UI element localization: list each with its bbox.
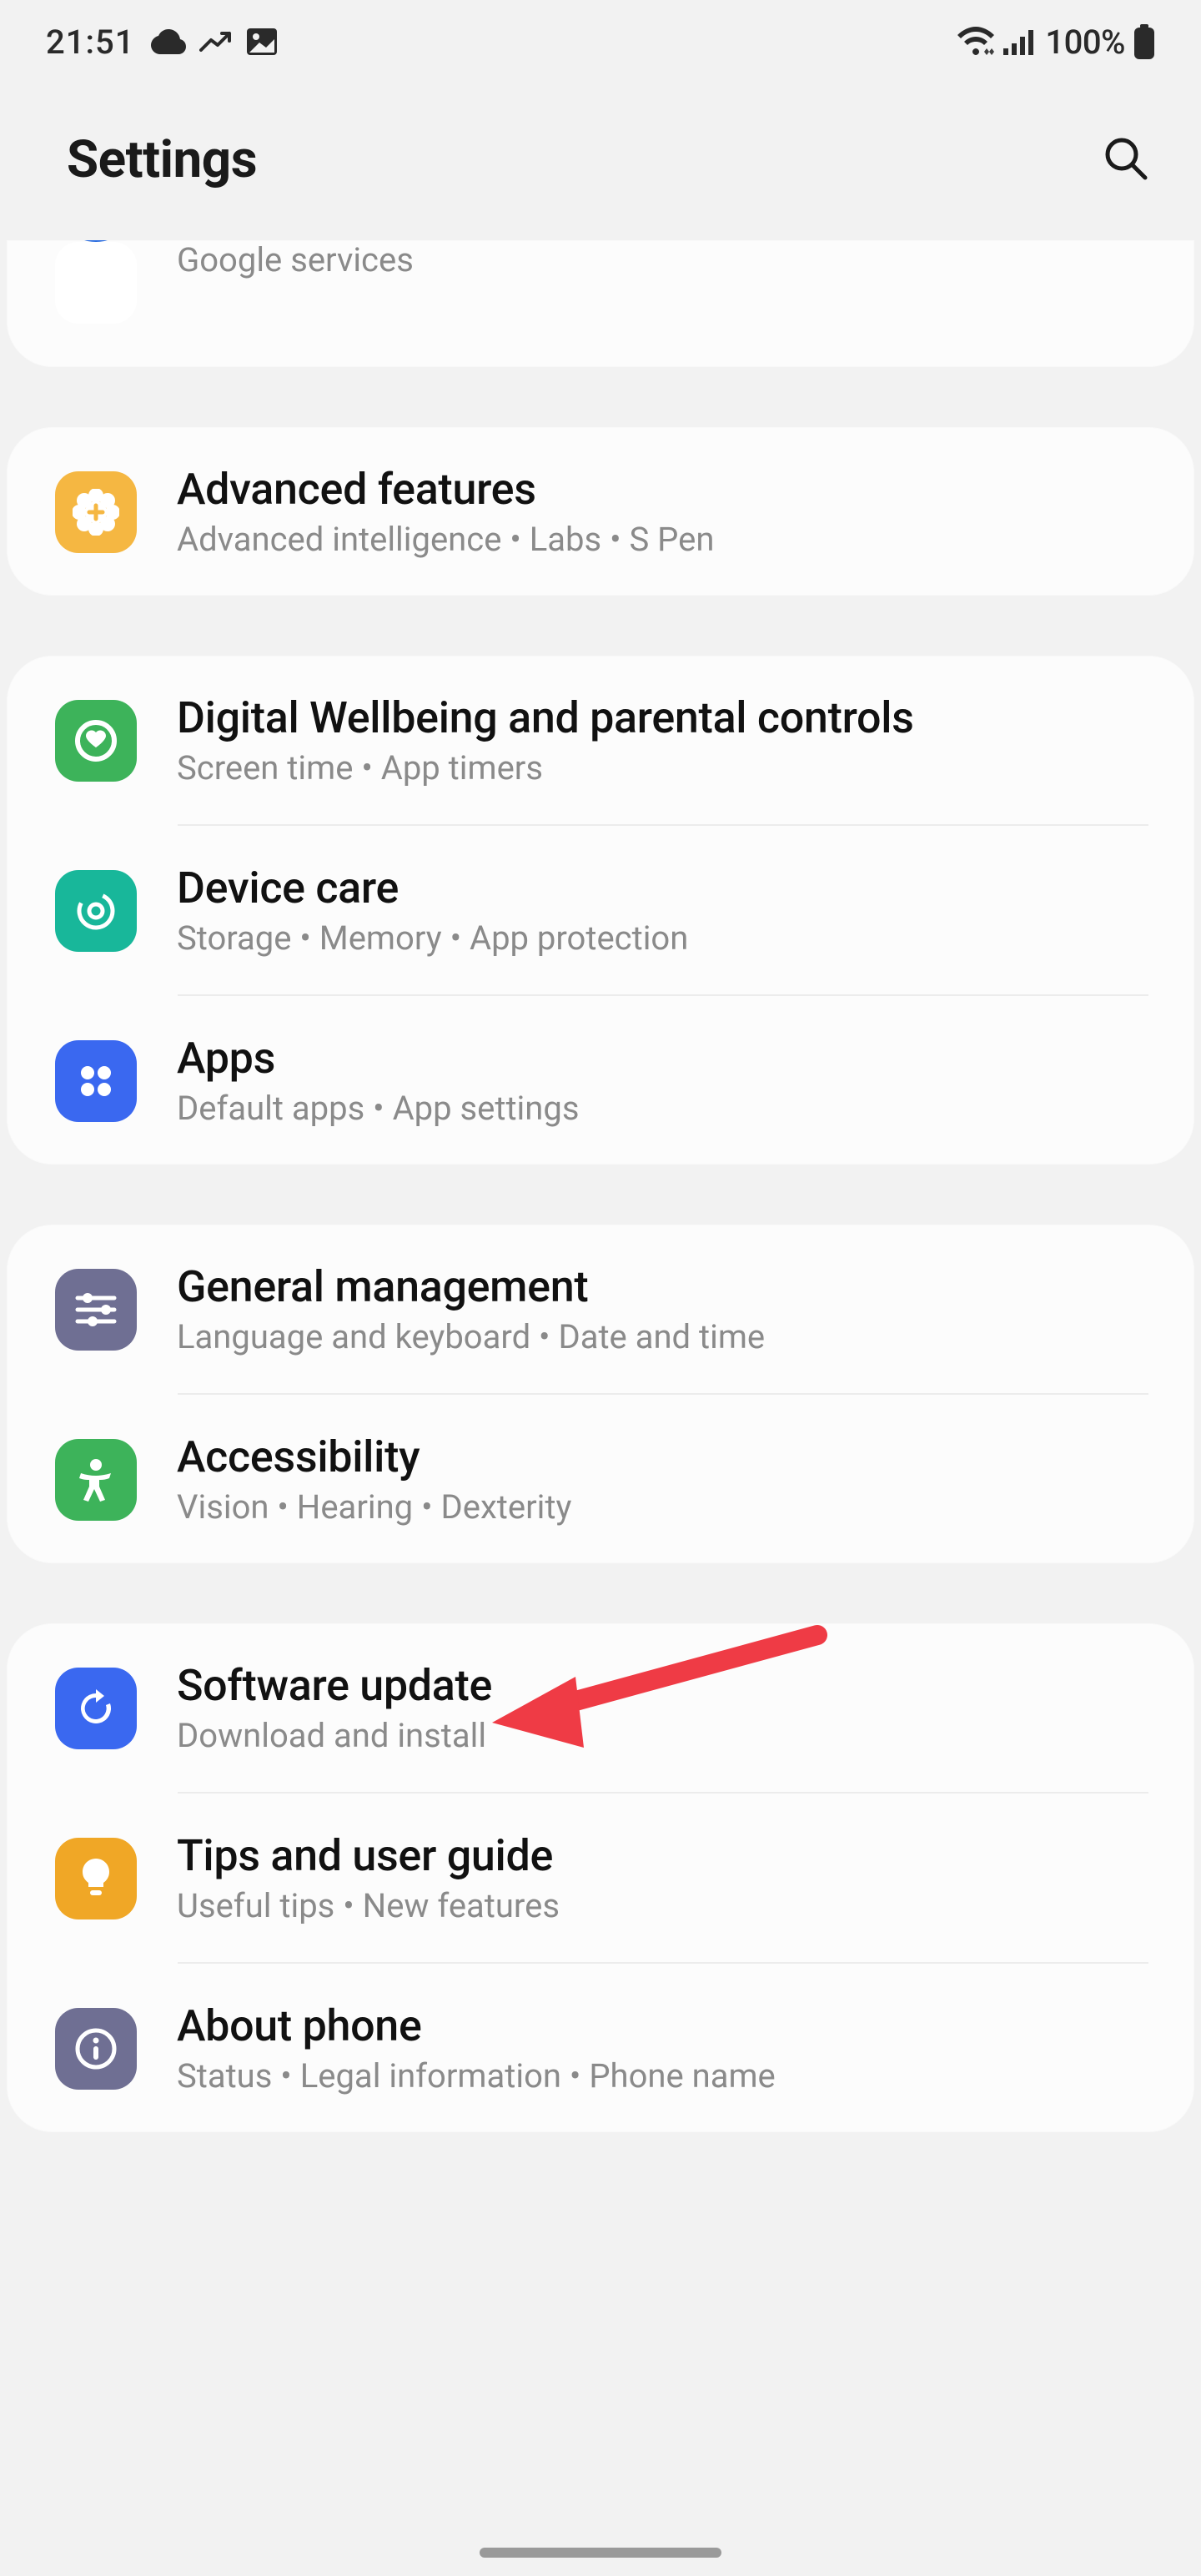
settings-item-about-phone[interactable]: About phone Status • Legal information •… <box>7 1964 1194 2132</box>
status-right: 100% <box>957 23 1155 62</box>
settings-item-device-care[interactable]: Device care Storage • Memory • App prote… <box>7 826 1194 994</box>
settings-item-tips[interactable]: Tips and user guide Useful tips • New fe… <box>7 1794 1194 1962</box>
trend-icon <box>199 30 233 53</box>
settings-group-truncated: Google services <box>7 240 1194 367</box>
search-icon <box>1102 134 1150 186</box>
search-button[interactable] <box>1097 131 1155 189</box>
settings-group-3: Software update Download and install Tip… <box>7 1623 1194 2132</box>
settings-item-general-management[interactable]: General management Language and keyboard… <box>7 1225 1194 1393</box>
settings-item-accessibility[interactable]: Accessibility Vision • Hearing • Dexteri… <box>7 1395 1194 1563</box>
person-icon <box>55 1439 137 1521</box>
status-time: 21:51 <box>46 23 134 62</box>
settings-item-title: Digital Wellbeing and parental controls <box>177 692 1146 743</box>
settings-group-1: Digital Wellbeing and parental controls … <box>7 656 1194 1165</box>
settings-group-2: General management Language and keyboard… <box>7 1225 1194 1563</box>
gesture-handle[interactable] <box>480 2548 721 2558</box>
page-title: Settings <box>67 129 257 190</box>
info-icon <box>55 2008 137 2090</box>
settings-item-subtitle: Status • Legal information • Phone name <box>177 2056 1146 2096</box>
settings-item-title: Tips and user guide <box>177 1830 1146 1881</box>
sliders-icon <box>55 1269 137 1351</box>
settings-group-0: Advanced features Advanced intelligence … <box>7 427 1194 596</box>
battery-icon <box>1133 24 1155 59</box>
app-header: Settings <box>0 83 1201 240</box>
apps-icon <box>55 1040 137 1122</box>
plus-flower-icon <box>55 471 137 553</box>
settings-item-title: Accessibility <box>177 1431 1146 1482</box>
update-icon <box>55 1668 137 1749</box>
settings-item-subtitle: Storage • Memory • App protection <box>177 918 1146 958</box>
settings-item-title: Software update <box>177 1660 1146 1711</box>
settings-item-title: About phone <box>177 2000 1146 2051</box>
settings-item-digital-wellbeing[interactable]: Digital Wellbeing and parental controls … <box>7 656 1194 824</box>
settings-item-title: Advanced features <box>177 464 1146 515</box>
settings-item-subtitle: Vision • Hearing • Dexterity <box>177 1487 1146 1527</box>
settings-item-google[interactable]: Google services <box>7 240 1194 360</box>
device-care-icon <box>55 870 137 952</box>
status-bar: 21:51 100% <box>0 0 1201 83</box>
wellbeing-icon <box>55 700 137 782</box>
settings-item-apps[interactable]: Apps Default apps • App settings <box>7 996 1194 1165</box>
signal-icon <box>1003 28 1035 55</box>
settings-item-title: General management <box>177 1261 1146 1312</box>
settings-item-subtitle: Useful tips • New features <box>177 1886 1146 1925</box>
status-left: 21:51 <box>46 23 278 62</box>
wifi-icon <box>957 27 995 57</box>
settings-item-title: Device care <box>177 863 1146 913</box>
settings-item-subtitle: Download and install <box>177 1716 1146 1755</box>
settings-item-subtitle: Google services <box>177 240 1146 279</box>
settings-item-subtitle: Language and keyboard • Date and time <box>177 1317 1146 1356</box>
bulb-icon <box>55 1838 137 1919</box>
settings-item-subtitle: Default apps • App settings <box>177 1089 1146 1128</box>
settings-item-advanced-features[interactable]: Advanced features Advanced intelligence … <box>7 427 1194 596</box>
settings-item-software-update[interactable]: Software update Download and install <box>7 1623 1194 1792</box>
settings-item-subtitle: Advanced intelligence • Labs • S Pen <box>177 520 1146 559</box>
cloud-icon <box>151 29 186 54</box>
battery-percent: 100% <box>1045 23 1125 62</box>
settings-item-subtitle: Screen time • App timers <box>177 748 1146 787</box>
picture-icon <box>246 28 278 56</box>
google-icon <box>55 242 137 324</box>
settings-item-title: Apps <box>177 1033 1146 1084</box>
